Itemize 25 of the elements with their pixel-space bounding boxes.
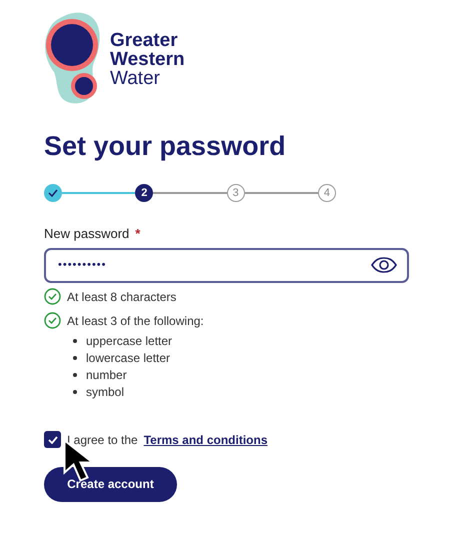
bullet-icon bbox=[73, 356, 77, 360]
brand-name: Water bbox=[110, 68, 161, 88]
bullet-icon bbox=[73, 339, 77, 343]
requirement-option: symbol bbox=[86, 383, 124, 401]
requirement-option: lowercase letter bbox=[86, 349, 170, 367]
terms-link[interactable]: Terms and conditions bbox=[144, 430, 268, 448]
bullet-icon bbox=[73, 390, 77, 394]
page-title: Set your password bbox=[44, 130, 287, 162]
show-password-icon[interactable] bbox=[371, 257, 397, 273]
create-account-button[interactable]: Create account bbox=[44, 466, 177, 502]
bullet-icon bbox=[73, 373, 77, 377]
required-mark: * bbox=[135, 225, 140, 243]
terms-checkbox[interactable] bbox=[44, 431, 61, 448]
brand-name: Greater bbox=[110, 30, 179, 50]
field-label: New password bbox=[44, 225, 130, 243]
step-indicator: 4 bbox=[318, 184, 336, 202]
requirement-option: uppercase letter bbox=[86, 332, 172, 350]
requirement-text: At least 8 characters bbox=[67, 288, 176, 306]
password-field[interactable]: •••••••••• bbox=[44, 248, 409, 282]
requirement-option: number bbox=[86, 366, 127, 384]
requirement-text: At least 3 of the following: bbox=[67, 312, 204, 330]
checkmark-icon bbox=[48, 436, 58, 444]
step-indicator: 2 bbox=[135, 184, 154, 202]
step-indicator: 3 bbox=[226, 184, 245, 202]
brand-name: Western bbox=[110, 50, 185, 68]
